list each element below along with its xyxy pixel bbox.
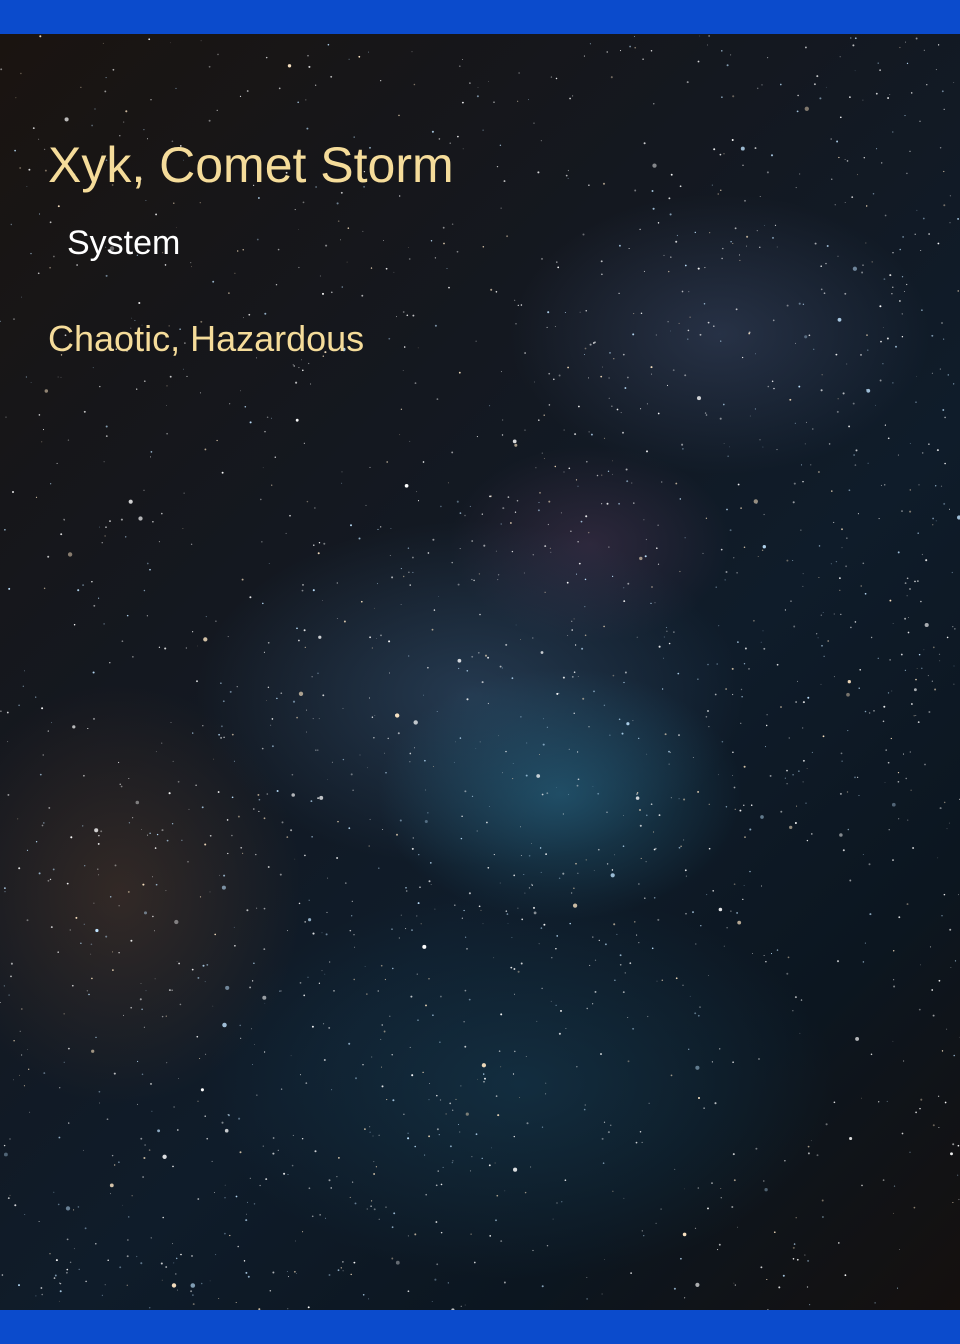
card-type-label: System — [67, 224, 181, 262]
location-card: Xyk, Comet Storm System Chaotic, Hazardo… — [0, 0, 960, 1344]
card-title: Xyk, Comet Storm — [48, 137, 454, 193]
top-frame-bar — [0, 0, 960, 34]
card-traits: Chaotic, Hazardous — [48, 318, 365, 359]
bottom-frame-bar — [0, 1310, 960, 1344]
